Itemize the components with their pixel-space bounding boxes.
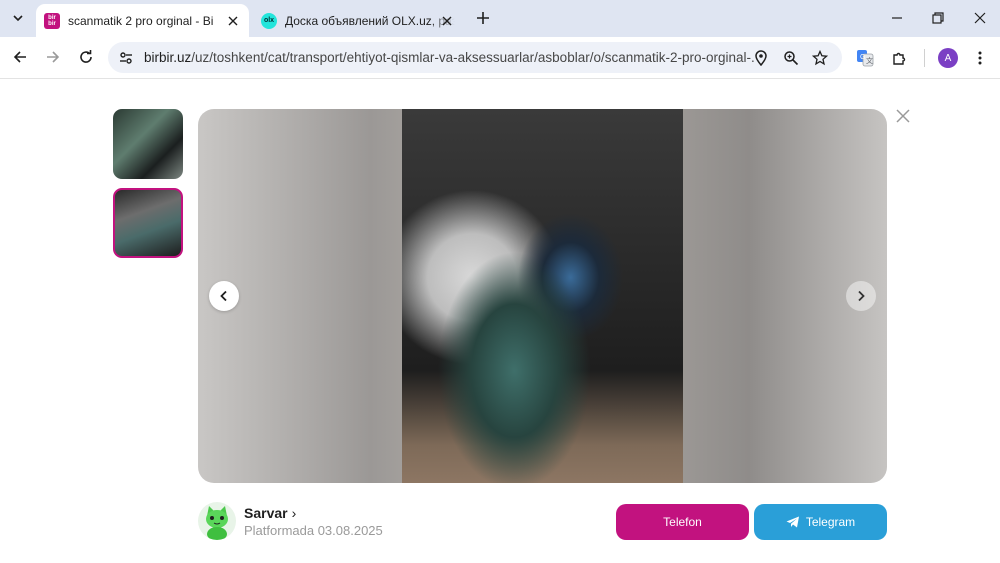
- puzzle-icon: [893, 52, 906, 65]
- location-pin-icon: [755, 50, 767, 66]
- reload-button[interactable]: [75, 46, 97, 68]
- close-icon: [442, 16, 452, 26]
- birbir-favicon-icon: bir bir: [44, 12, 60, 29]
- forward-button[interactable]: [42, 46, 64, 68]
- arrow-left-icon: [13, 51, 26, 63]
- close-icon: [228, 16, 238, 26]
- phone-button-label: Telefon: [663, 515, 702, 529]
- tab-close-button[interactable]: [439, 13, 455, 29]
- next-image-button[interactable]: [846, 281, 876, 311]
- gallery-thumbnail-1[interactable]: [113, 109, 183, 179]
- browser-menu-button[interactable]: [969, 47, 991, 69]
- extensions-button[interactable]: [889, 47, 911, 69]
- chevron-down-icon: [13, 15, 23, 22]
- chevron-left-icon: [220, 290, 227, 302]
- translate-icon: G文: [857, 50, 874, 67]
- olx-favicon-icon: olx: [261, 12, 277, 29]
- telegram-icon: [786, 516, 799, 528]
- restore-icon: [932, 12, 944, 24]
- seller-avatar[interactable]: [198, 502, 236, 540]
- more-vertical-icon: [978, 51, 982, 65]
- translate-button[interactable]: G文: [854, 47, 876, 69]
- tune-icon: [120, 52, 132, 64]
- toolbar-divider: [924, 49, 925, 67]
- zoom-button[interactable]: [781, 48, 801, 68]
- phone-button[interactable]: Telefon: [616, 504, 749, 540]
- location-button[interactable]: [751, 48, 771, 68]
- tab-search-button[interactable]: [6, 6, 30, 30]
- image-viewer: [198, 109, 887, 483]
- url-host: birbir.uz: [144, 50, 192, 65]
- product-photo: [402, 109, 683, 483]
- site-info-button[interactable]: [117, 49, 135, 67]
- previous-image-button[interactable]: [209, 281, 239, 311]
- close-icon: [896, 109, 910, 123]
- browser-toolbar: birbir.uz/uz/toshkent/cat/transport/ehti…: [0, 37, 1000, 79]
- svg-text:文: 文: [866, 56, 873, 65]
- gallery-thumbnail-2[interactable]: [113, 188, 183, 258]
- seller-since: Platformada 03.08.2025: [244, 523, 383, 538]
- telegram-button[interactable]: Telegram: [754, 504, 887, 540]
- zoom-icon: [784, 51, 799, 66]
- tab-strip: birbir scanmatik 2 pro orginal - BirBir …: [0, 0, 1000, 37]
- url-path: /uz/toshkent/cat/transport/ehtiyot-qisml…: [191, 50, 754, 65]
- star-icon: [812, 50, 828, 66]
- minimize-icon: [892, 17, 902, 19]
- new-tab-button[interactable]: [474, 9, 492, 27]
- close-viewer-button[interactable]: [893, 106, 913, 126]
- close-window-button[interactable]: [970, 8, 990, 28]
- svg-text:G: G: [860, 54, 865, 61]
- bookmark-button[interactable]: [810, 48, 830, 68]
- seller-name: Sarvar: [244, 505, 288, 521]
- telegram-button-label: Telegram: [805, 515, 856, 529]
- address-bar[interactable]: birbir.uz/uz/toshkent/cat/transport/ehti…: [108, 42, 842, 73]
- tab-olx[interactable]: olx Доска объявлений OLX.uz, раз: [253, 4, 463, 37]
- tab-title: scanmatik 2 pro orginal - BirBir: [68, 13, 213, 28]
- profile-avatar-button[interactable]: A: [938, 48, 958, 68]
- tab-close-button[interactable]: [225, 13, 241, 29]
- tab-title: Доска объявлений OLX.uz, раз: [285, 13, 455, 28]
- url-text[interactable]: birbir.uz/uz/toshkent/cat/transport/ehti…: [144, 50, 754, 65]
- cat-mascot-icon: [206, 506, 228, 540]
- restore-button[interactable]: [928, 8, 948, 28]
- plus-icon: [477, 12, 489, 24]
- close-icon: [974, 12, 986, 24]
- arrow-right-icon: [47, 51, 60, 63]
- back-button[interactable]: [9, 46, 31, 68]
- seller-name-link[interactable]: Sarvar ›: [244, 505, 296, 521]
- reload-icon: [80, 50, 92, 63]
- tab-birbir[interactable]: birbir scanmatik 2 pro orginal - BirBir: [36, 4, 249, 37]
- chevron-right-icon: ›: [291, 505, 297, 521]
- chevron-right-icon: [858, 290, 865, 302]
- minimize-button[interactable]: [887, 8, 907, 28]
